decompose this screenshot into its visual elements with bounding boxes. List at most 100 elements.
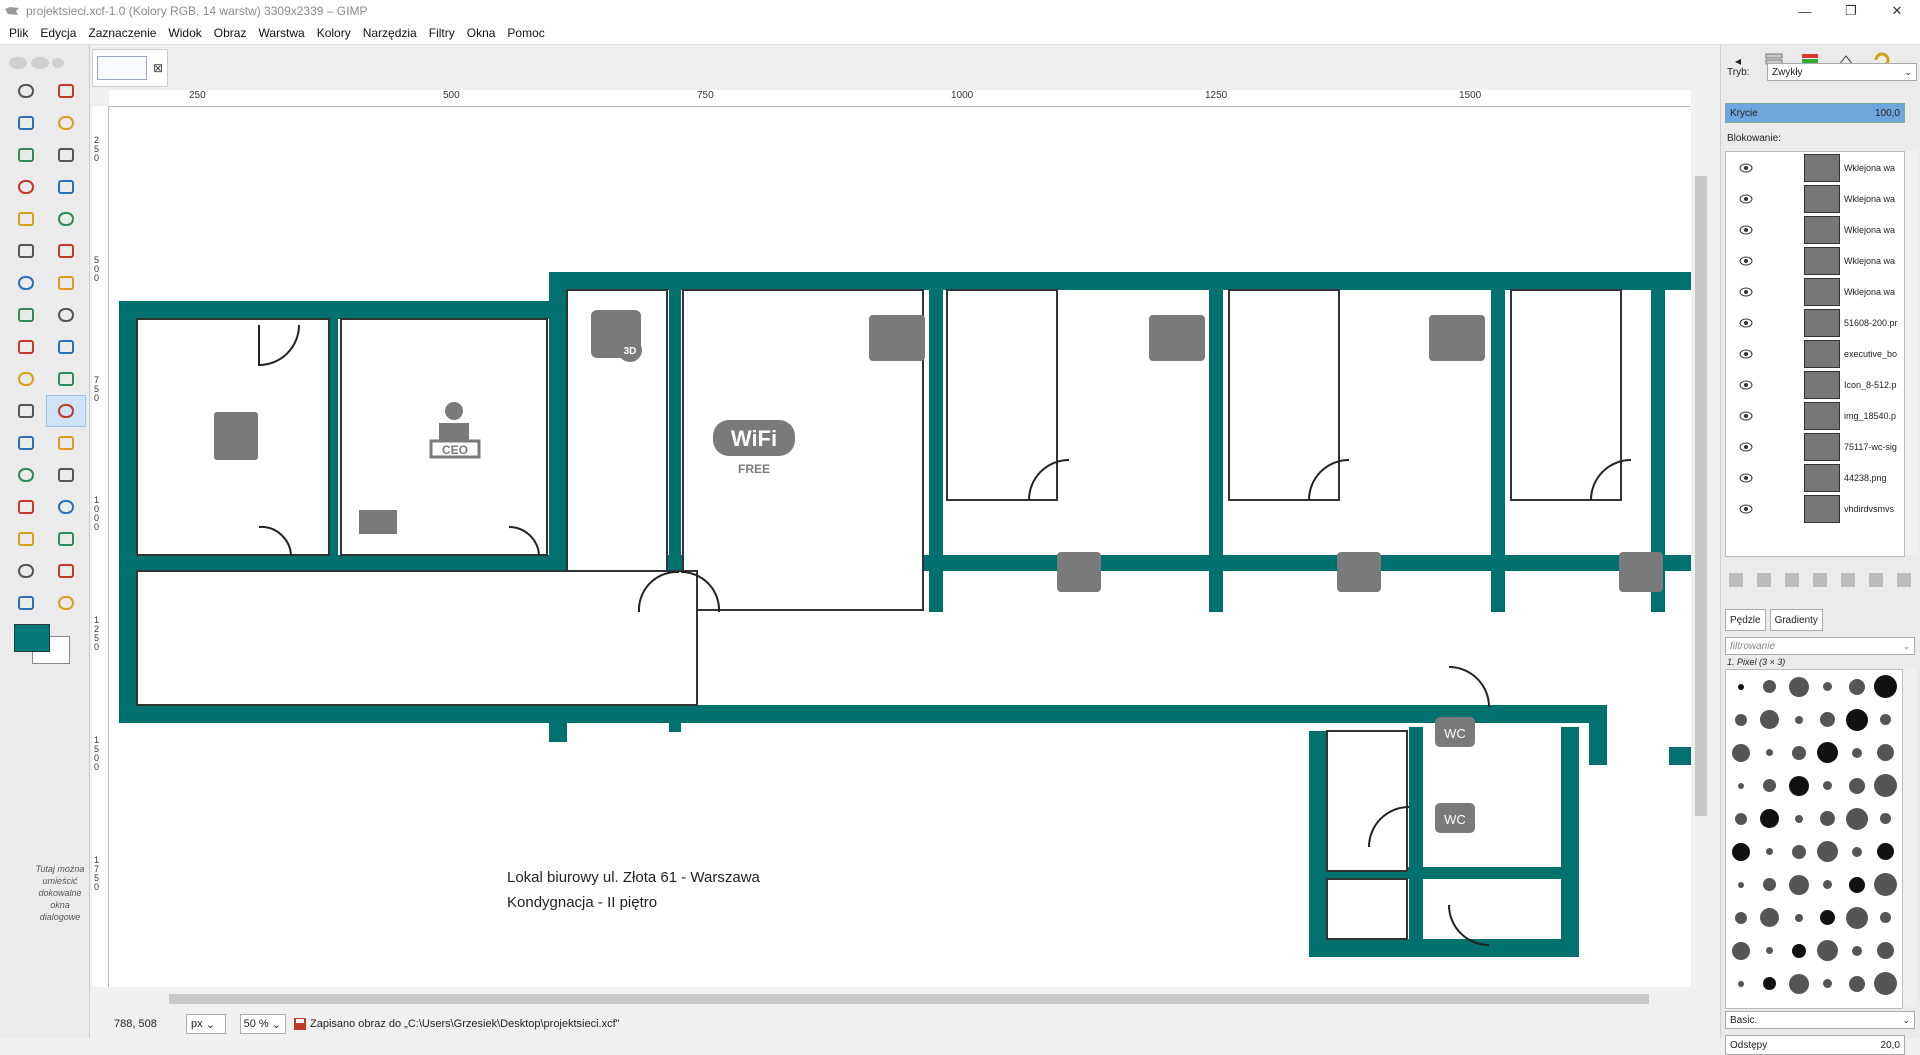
layer-row[interactable]: img_18540.p — [1726, 400, 1904, 431]
layer-name[interactable]: Wklejona wa — [1844, 256, 1902, 266]
tool-crop[interactable] — [46, 267, 86, 299]
brush-item[interactable] — [1755, 967, 1784, 1000]
brush-item[interactable] — [1755, 736, 1784, 769]
tool-fuzzy-select[interactable] — [46, 107, 86, 139]
eye-icon[interactable] — [1726, 349, 1766, 359]
tool-zoom[interactable] — [46, 203, 86, 235]
tool-ellipse-select[interactable] — [46, 75, 86, 107]
layer-name[interactable]: executive_bo — [1844, 349, 1902, 359]
brush-item[interactable] — [1842, 901, 1871, 934]
image-canvas[interactable]: CEO 3D WiFi FREE WC WC Lokal biurowy ul.… — [109, 107, 1691, 987]
tool-rect-select[interactable] — [6, 75, 46, 107]
menu-plik[interactable]: Plik — [0, 26, 34, 40]
close-button[interactable]: ✕ — [1874, 0, 1920, 22]
tool-eraser[interactable] — [46, 459, 86, 491]
brush-item[interactable] — [1784, 901, 1813, 934]
brush-item[interactable] — [1813, 802, 1842, 835]
brush-item[interactable] — [1784, 769, 1813, 802]
layer-name[interactable]: Wklejona wa — [1844, 287, 1902, 297]
duplicate-layer-icon[interactable] — [1841, 573, 1855, 587]
layer-row[interactable]: Icon_8-512.p — [1726, 369, 1904, 400]
brush-item[interactable] — [1755, 769, 1784, 802]
layers-list[interactable]: Wklejona wa Wklejona wa Wklejona wa Wklejon… — [1725, 151, 1905, 557]
brush-item[interactable] — [1813, 670, 1842, 703]
eye-icon[interactable] — [1726, 380, 1766, 390]
tool-heal[interactable] — [46, 523, 86, 555]
tool-text[interactable] — [6, 395, 46, 427]
brush-item[interactable] — [1842, 868, 1871, 901]
menu-widok[interactable]: Widok — [162, 26, 207, 40]
restore-button[interactable]: ❐ — [1828, 0, 1874, 22]
brush-item[interactable] — [1726, 670, 1755, 703]
tool-paintbrush[interactable] — [6, 459, 46, 491]
horizontal-ruler[interactable]: 2505007501000125015001750200022502500275… — [109, 90, 1691, 107]
anchor-layer-icon[interactable] — [1869, 573, 1883, 587]
menu-warstwa[interactable]: Warstwa — [252, 26, 310, 40]
menu-okna[interactable]: Okna — [461, 26, 502, 40]
canvas-vscrollbar[interactable] — [1692, 106, 1710, 987]
mode-select[interactable]: Zwykły ⌄ — [1767, 63, 1917, 81]
close-image-icon[interactable]: ⊠ — [153, 61, 163, 75]
layer-name[interactable]: 75117-wc-sig — [1844, 442, 1902, 452]
tool-align[interactable] — [6, 267, 46, 299]
eye-icon[interactable] — [1726, 473, 1766, 483]
eye-icon[interactable] — [1726, 256, 1766, 266]
tool-bucket-fill[interactable] — [46, 395, 86, 427]
minimize-button[interactable]: — — [1782, 0, 1828, 22]
menu-pomoc[interactable]: Pomoc — [501, 26, 550, 40]
brush-grid[interactable] — [1725, 669, 1903, 1009]
tool-perspective-clone[interactable] — [6, 555, 46, 587]
brush-item[interactable] — [1871, 934, 1900, 967]
eye-icon[interactable] — [1726, 504, 1766, 514]
tool-paths[interactable] — [46, 171, 86, 203]
brush-item[interactable] — [1871, 769, 1900, 802]
delete-layer-icon[interactable] — [1897, 573, 1911, 587]
brush-item[interactable] — [1842, 835, 1871, 868]
layers-scrollbar[interactable] — [1905, 151, 1919, 555]
vertical-ruler[interactable]: 250 500 750 1000 1250 1500 1750 — [92, 106, 109, 987]
brush-item[interactable] — [1755, 802, 1784, 835]
brush-item[interactable] — [1726, 901, 1755, 934]
tool-pencil[interactable] — [46, 427, 86, 459]
layer-name[interactable]: Wklejona wa — [1844, 225, 1902, 235]
fg-bg-colors[interactable] — [12, 622, 72, 664]
brush-item[interactable] — [1784, 868, 1813, 901]
image-tab[interactable]: ⊠ — [92, 49, 168, 87]
layer-row[interactable]: 44238.png — [1726, 462, 1904, 493]
brush-item[interactable] — [1784, 934, 1813, 967]
eye-icon[interactable] — [1726, 287, 1766, 297]
brush-item[interactable] — [1871, 967, 1900, 1000]
tool-free-select[interactable] — [6, 107, 46, 139]
layer-row[interactable]: Wklejona wa — [1726, 245, 1904, 276]
tool-move[interactable] — [46, 235, 86, 267]
tool-flip[interactable] — [6, 363, 46, 395]
layer-row[interactable]: Wklejona wa — [1726, 276, 1904, 307]
tool-clone[interactable] — [6, 523, 46, 555]
tool-blur[interactable] — [46, 555, 86, 587]
brush-item[interactable] — [1755, 703, 1784, 736]
brush-item[interactable] — [1726, 769, 1755, 802]
brush-item[interactable] — [1784, 703, 1813, 736]
brush-item[interactable] — [1871, 868, 1900, 901]
tool-perspective[interactable] — [46, 331, 86, 363]
brush-item[interactable] — [1726, 736, 1755, 769]
brush-item[interactable] — [1784, 670, 1813, 703]
new-group-icon[interactable] — [1757, 573, 1771, 587]
brush-item[interactable] — [1871, 901, 1900, 934]
vscroll-thumb[interactable] — [1695, 176, 1707, 816]
brush-item[interactable] — [1842, 736, 1871, 769]
tool-foreground-select[interactable] — [6, 171, 46, 203]
brush-item[interactable] — [1871, 703, 1900, 736]
tool-airbrush[interactable] — [6, 491, 46, 523]
layer-row[interactable]: vhdirdvsmvs — [1726, 493, 1904, 524]
brush-item[interactable] — [1755, 868, 1784, 901]
layer-name[interactable]: Wklejona wa — [1844, 194, 1902, 204]
tool-smudge[interactable] — [6, 587, 46, 619]
brush-item[interactable] — [1813, 868, 1842, 901]
brush-item[interactable] — [1726, 868, 1755, 901]
menu-narzedzia[interactable]: Narzędzia — [357, 26, 423, 40]
brush-item[interactable] — [1813, 769, 1842, 802]
tool-select-by-color[interactable] — [6, 139, 46, 171]
tool-shear[interactable] — [6, 331, 46, 363]
tool-scale[interactable] — [46, 299, 86, 331]
